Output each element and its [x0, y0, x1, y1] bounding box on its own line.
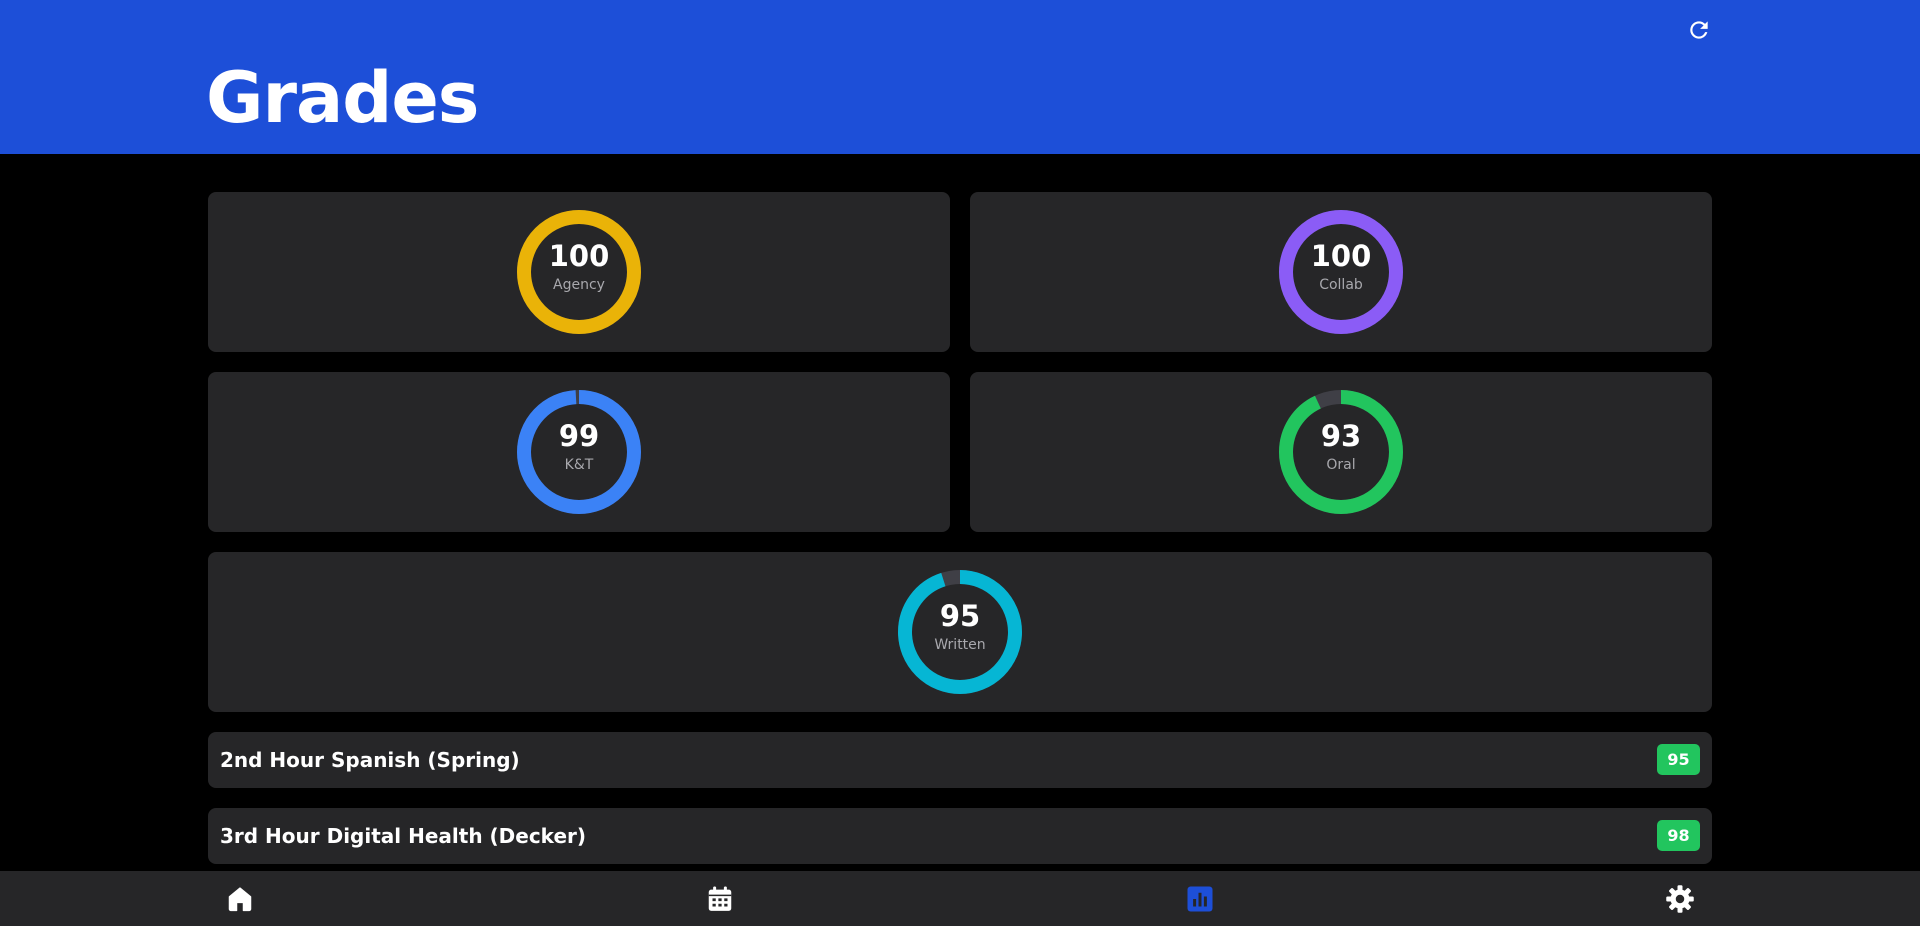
nav-settings-button[interactable] [1665, 884, 1695, 914]
skill-label: Written [934, 637, 986, 653]
refresh-icon [1690, 21, 1708, 39]
home-icon [228, 887, 252, 912]
skill-card-kt: 99 K&T [208, 372, 950, 532]
skill-ring: 99 K&T [516, 389, 642, 515]
skill-ring: 100 Collab [1278, 209, 1404, 335]
course-name: 3rd Hour Digital Health (Decker) [220, 824, 587, 848]
skill-ring: 100 Agency [516, 209, 642, 335]
refresh-button[interactable] [1686, 17, 1712, 43]
course-row-digital-health[interactable]: 3rd Hour Digital Health (Decker) 98 [208, 808, 1712, 864]
bottom-nav [0, 871, 1920, 926]
skill-score: 99 [558, 419, 600, 453]
nav-grades-button[interactable] [1185, 884, 1215, 914]
skill-label: K&T [564, 457, 594, 473]
course-name: 2nd Hour Spanish (Spring) [220, 748, 520, 772]
page-title: Grades [206, 57, 479, 139]
skill-ring: 93 Oral [1278, 389, 1404, 515]
skill-score: 93 [1320, 419, 1362, 453]
skill-label: Oral [1326, 457, 1356, 473]
skill-score: 95 [939, 599, 981, 633]
grades-chart-icon [1187, 886, 1213, 912]
skill-card-written: 95 Written [208, 552, 1712, 712]
gear-icon [1666, 885, 1694, 913]
skill-card-oral: 93 Oral [970, 372, 1712, 532]
skill-ring: 95 Written [897, 569, 1023, 695]
nav-home-button[interactable] [225, 884, 255, 914]
nav-calendar-button[interactable] [705, 884, 735, 914]
skill-score: 100 [548, 239, 610, 273]
grade-badge: 98 [1657, 820, 1700, 851]
grade-badge: 95 [1657, 744, 1700, 775]
skill-card-agency: 100 Agency [208, 192, 950, 352]
calendar-icon [708, 886, 732, 911]
header: Grades [0, 0, 1920, 154]
skill-label: Collab [1319, 277, 1363, 293]
skill-label: Agency [553, 277, 605, 293]
course-row-spanish[interactable]: 2nd Hour Spanish (Spring) 95 [208, 732, 1712, 788]
skill-score: 100 [1310, 239, 1372, 273]
skill-card-collab: 100 Collab [970, 192, 1712, 352]
